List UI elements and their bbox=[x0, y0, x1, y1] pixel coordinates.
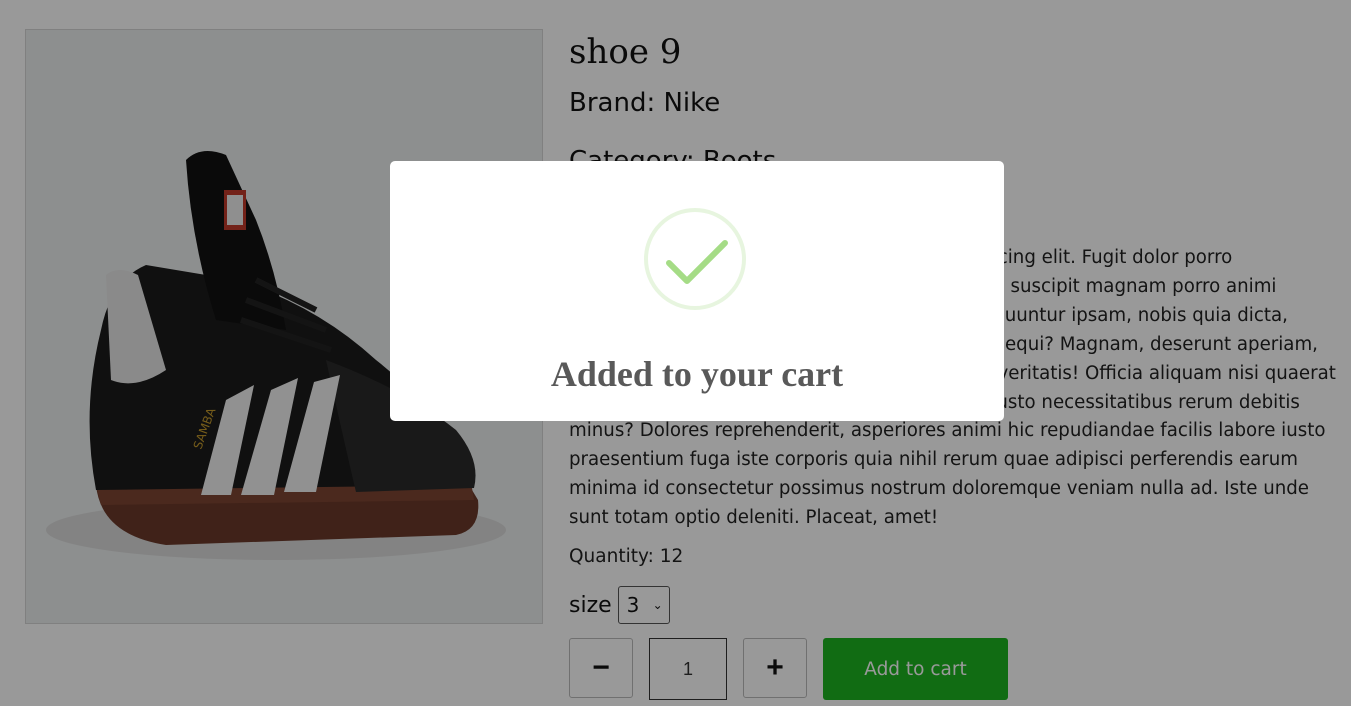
success-modal: Added to your cart bbox=[390, 161, 1004, 421]
modal-message: Added to your cart bbox=[550, 354, 844, 394]
success-check-icon bbox=[644, 208, 746, 310]
